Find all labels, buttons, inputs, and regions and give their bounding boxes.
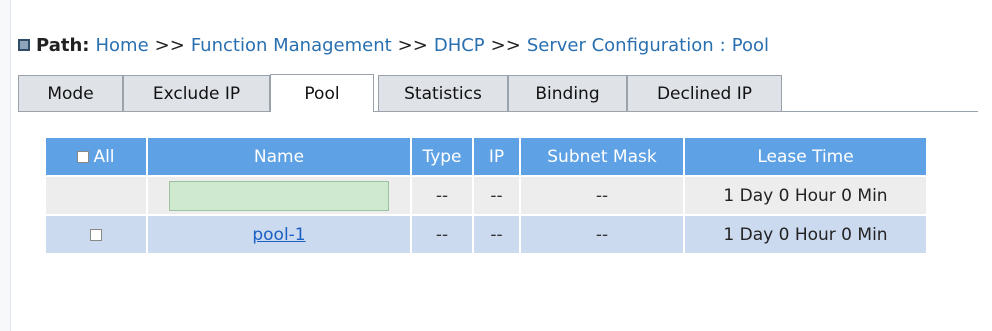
breadcrumb-dhcp[interactable]: DHCP bbox=[434, 35, 485, 56]
column-header-type: Type bbox=[412, 138, 474, 175]
breadcrumb-separator: >> bbox=[154, 34, 185, 56]
row-subnet-mask: -- bbox=[521, 214, 685, 253]
table-row: pool-1 -- -- -- 1 Day 0 Hour 0 Min bbox=[46, 214, 926, 253]
new-row-name-cell bbox=[148, 175, 412, 214]
column-header-subnet-mask: Subnet Mask bbox=[521, 138, 685, 175]
select-all-header: All bbox=[46, 138, 148, 175]
tab-mode[interactable]: Mode bbox=[18, 75, 123, 111]
breadcrumb-current: Pool bbox=[731, 34, 769, 56]
row-checkbox[interactable] bbox=[90, 228, 102, 241]
path-square-icon bbox=[18, 39, 30, 51]
new-row-select-cell bbox=[46, 175, 148, 214]
breadcrumb-function-management[interactable]: Function Management bbox=[191, 35, 392, 56]
new-row-lease-time: 1 Day 0 Hour 0 Min bbox=[685, 175, 926, 214]
breadcrumb: Path: Home >> Function Management >> DHC… bbox=[18, 33, 769, 57]
row-name-cell: pool-1 bbox=[148, 214, 412, 253]
tab-binding[interactable]: Binding bbox=[508, 75, 627, 111]
column-header-name: Name bbox=[148, 138, 412, 175]
left-frame-edge bbox=[0, 0, 11, 331]
table-header-row: All Name Type IP Subnet Mask Lease Time bbox=[46, 138, 926, 175]
tab-pool[interactable]: Pool bbox=[270, 74, 374, 112]
tab-exclude-ip[interactable]: Exclude IP bbox=[123, 75, 270, 111]
breadcrumb-home[interactable]: Home bbox=[95, 35, 148, 56]
breadcrumb-separator: >> bbox=[397, 34, 428, 56]
row-select-cell bbox=[46, 214, 148, 253]
new-row-type: -- bbox=[412, 175, 474, 214]
row-ip: -- bbox=[474, 214, 521, 253]
new-row-ip: -- bbox=[474, 175, 521, 214]
column-header-ip: IP bbox=[474, 138, 521, 175]
pool-name-input[interactable] bbox=[169, 180, 389, 211]
tab-bar: Mode Exclude IP Pool Statistics Binding … bbox=[18, 72, 978, 112]
select-all-checkbox[interactable] bbox=[77, 150, 90, 163]
select-all-label: All bbox=[93, 146, 115, 167]
new-row-subnet-mask: -- bbox=[521, 175, 685, 214]
tab-statistics[interactable]: Statistics bbox=[378, 75, 508, 111]
breadcrumb-separator: >> bbox=[490, 34, 521, 56]
breadcrumb-server-configuration[interactable]: Server Configuration bbox=[527, 35, 714, 56]
new-pool-row: -- -- -- 1 Day 0 Hour 0 Min bbox=[46, 175, 926, 214]
breadcrumb-colon: : bbox=[719, 34, 726, 56]
pool-table: All Name Type IP Subnet Mask Lease Time … bbox=[46, 138, 926, 253]
column-header-lease-time: Lease Time bbox=[685, 138, 926, 175]
row-type: -- bbox=[412, 214, 474, 253]
tab-declined-ip[interactable]: Declined IP bbox=[627, 75, 782, 111]
row-lease-time: 1 Day 0 Hour 0 Min bbox=[685, 214, 926, 253]
breadcrumb-label: Path: bbox=[36, 34, 90, 56]
pool-name-link[interactable]: pool-1 bbox=[252, 225, 305, 245]
